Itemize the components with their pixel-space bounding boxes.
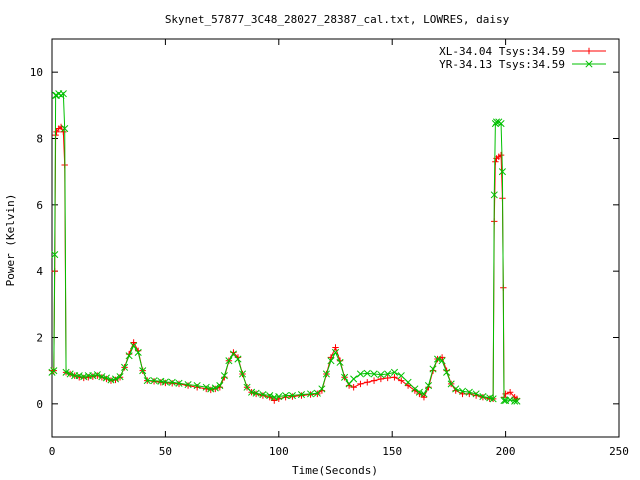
- plot-frame: [51, 38, 620, 438]
- series-0-point-33: [184, 382, 192, 389]
- series-0-point-65: [364, 379, 371, 386]
- axes: 0 50 100 150 200 250 0 2 4 6 8 10: [30, 38, 629, 458]
- legend: XL-34.04 Tsys:34.59YR-34.13 Tsys:34.59: [439, 45, 606, 71]
- series-0-point-53: [298, 392, 305, 399]
- x-tick-label-1: 50: [159, 445, 172, 458]
- y-tick-label-3: 6: [36, 199, 43, 212]
- series-0-point-64: [357, 380, 364, 388]
- x-axis-label: Time(Seconds): [292, 464, 378, 477]
- series-0-point-89: [492, 158, 499, 165]
- y-tick-label-4: 8: [36, 133, 43, 146]
- x-tick-label-5: 250: [609, 445, 629, 458]
- y-tick-label-1: 2: [36, 332, 43, 345]
- series-1: [48, 90, 521, 405]
- series-0-line: [52, 126, 518, 402]
- y-tick-label-5: 10: [30, 66, 43, 79]
- x-tick-label-3: 150: [382, 445, 402, 458]
- chart: Skynet_57877_3C48_28027_28387_cal.txt, L…: [4, 13, 629, 477]
- series-0-point-96: [502, 390, 509, 398]
- series-0-point-66: [370, 377, 378, 384]
- series-0: [48, 123, 521, 404]
- series-0-point-24: [130, 339, 137, 346]
- legend-label-1: YR-34.13 Tsys:34.59: [439, 58, 565, 71]
- x-tick-label-2: 100: [269, 445, 289, 458]
- series-1-point-63: [350, 375, 358, 383]
- legend-label-0: XL-34.04 Tsys:34.59: [439, 45, 565, 58]
- x-tick-label-0: 0: [49, 445, 56, 458]
- chart-title: Skynet_57877_3C48_28027_28387_cal.txt, L…: [165, 13, 510, 26]
- x-tick-label-4: 200: [496, 445, 516, 458]
- series-0-point-52: [289, 393, 296, 400]
- y-tick-label-0: 0: [36, 398, 43, 411]
- legend-marker-0: [585, 47, 593, 55]
- series-0-point-47: [259, 392, 267, 399]
- series-0-point-63: [350, 384, 357, 391]
- series-1-line: [51, 92, 517, 402]
- y-tick-label-2: 4: [36, 265, 43, 278]
- series-group: [48, 90, 521, 405]
- y-axis-label: Power (Kelvin): [4, 194, 17, 287]
- series-0-point-31: [169, 380, 176, 387]
